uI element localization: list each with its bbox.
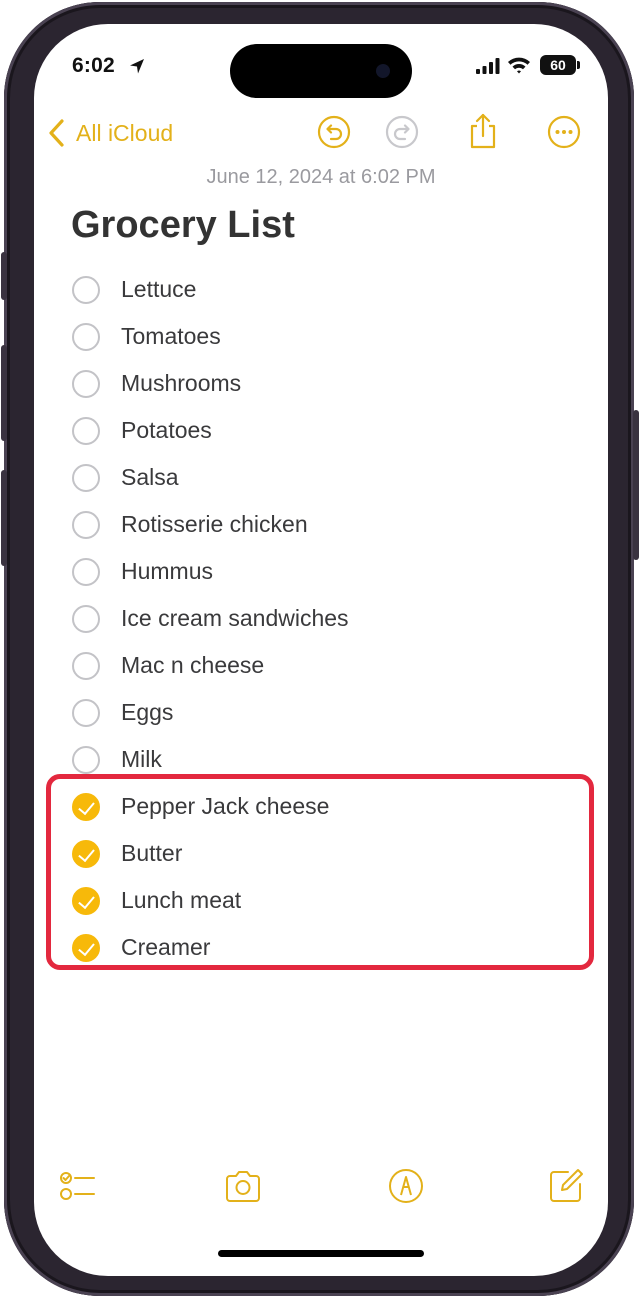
compose-icon[interactable]	[546, 1166, 586, 1206]
back-label: All iCloud	[76, 119, 174, 146]
checklist-item-text[interactable]: Milk	[121, 746, 162, 773]
checkbox-unchecked[interactable]	[72, 510, 100, 539]
checkbox-unchecked[interactable]	[72, 651, 100, 680]
checkbox-checked[interactable]	[72, 792, 100, 821]
checklist-item: Hummus	[72, 548, 592, 595]
redo-icon[interactable]	[385, 115, 419, 149]
home-indicator[interactable]	[218, 1250, 424, 1257]
checkbox-unchecked[interactable]	[72, 604, 100, 633]
note-title[interactable]: Grocery List	[71, 204, 295, 247]
checklist-item: Pepper Jack cheese	[72, 783, 592, 830]
checkbox-unchecked[interactable]	[72, 369, 100, 398]
checklist: Lettuce Tomatoes Mushrooms Potatoes Salsa Rot…	[72, 266, 592, 971]
power-button	[633, 410, 639, 560]
action-button	[1, 252, 7, 300]
cellular-signal-icon	[476, 58, 500, 74]
wifi-icon	[508, 57, 530, 74]
front-camera	[376, 64, 390, 78]
checklist-item: Lettuce	[72, 266, 592, 313]
checklist-item: Tomatoes	[72, 313, 592, 360]
checklist-item-text[interactable]: Potatoes	[121, 417, 212, 444]
checklist-item: Mac n cheese	[72, 642, 592, 689]
share-icon[interactable]	[466, 112, 500, 150]
checkbox-unchecked[interactable]	[72, 698, 100, 727]
more-icon[interactable]	[547, 115, 581, 149]
checklist-item-text[interactable]: Ice cream sandwiches	[121, 605, 349, 632]
checklist-item: Mushrooms	[72, 360, 592, 407]
markup-pen-icon[interactable]	[386, 1166, 426, 1206]
chevron-left-icon	[49, 119, 64, 147]
checklist-item: Milk	[72, 736, 592, 783]
checkbox-unchecked[interactable]	[72, 745, 100, 774]
dynamic-island	[230, 44, 412, 98]
checklist-item-text[interactable]: Eggs	[121, 699, 173, 726]
checklist-item-text[interactable]: Creamer	[121, 934, 210, 961]
checklist-item-text[interactable]: Lettuce	[121, 276, 196, 303]
battery-indicator: 60	[540, 55, 580, 75]
checklist-icon[interactable]	[58, 1166, 98, 1206]
volume-down-button	[1, 470, 7, 566]
checkbox-unchecked[interactable]	[72, 463, 100, 492]
checklist-item: Lunch meat	[72, 877, 592, 924]
checkbox-unchecked[interactable]	[72, 322, 100, 351]
checklist-item: Salsa	[72, 454, 592, 501]
checkbox-unchecked[interactable]	[72, 416, 100, 445]
checklist-item-text[interactable]: Rotisserie chicken	[121, 511, 308, 538]
checkbox-checked[interactable]	[72, 933, 100, 962]
checklist-item: Ice cream sandwiches	[72, 595, 592, 642]
location-arrow-icon	[130, 59, 144, 74]
status-time: 6:02	[72, 54, 115, 77]
checklist-item-text[interactable]: Hummus	[121, 558, 213, 585]
checklist-item-text[interactable]: Tomatoes	[121, 323, 221, 350]
checklist-item-text[interactable]: Lunch meat	[121, 887, 241, 914]
checklist-item: Butter	[72, 830, 592, 877]
checklist-item: Potatoes	[72, 407, 592, 454]
back-button[interactable]: All iCloud	[46, 116, 173, 150]
checkbox-unchecked[interactable]	[72, 557, 100, 586]
camera-icon[interactable]	[223, 1166, 263, 1206]
checkbox-checked[interactable]	[72, 886, 100, 915]
checklist-item-text[interactable]: Salsa	[121, 464, 179, 491]
notes-screen: 6:02 60 All iCloud June 12, 2024 at 6:02…	[34, 24, 608, 1276]
checkbox-checked[interactable]	[72, 839, 100, 868]
checklist-item-text[interactable]: Mushrooms	[121, 370, 241, 397]
volume-up-button	[1, 345, 7, 441]
checklist-item: Eggs	[72, 689, 592, 736]
checklist-item: Rotisserie chicken	[72, 501, 592, 548]
checkbox-unchecked[interactable]	[72, 275, 100, 304]
note-date: June 12, 2024 at 6:02 PM	[206, 166, 436, 188]
checklist-item-text[interactable]: Pepper Jack cheese	[121, 793, 329, 820]
checklist-item-text[interactable]: Mac n cheese	[121, 652, 264, 679]
undo-icon[interactable]	[317, 115, 351, 149]
checklist-item-text[interactable]: Butter	[121, 840, 182, 867]
checklist-item: Creamer	[72, 924, 592, 971]
